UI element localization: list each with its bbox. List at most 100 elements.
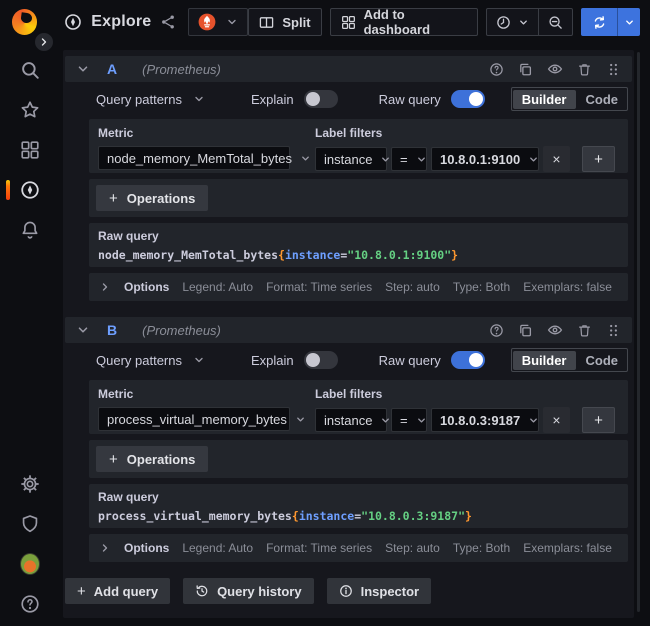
sidebar-expand-button[interactable] — [33, 31, 55, 53]
close-icon: × — [552, 412, 560, 428]
options-exemplars: Exemplars: false — [523, 280, 612, 294]
split-label: Split — [282, 15, 310, 30]
sidebar-item-dashboards[interactable] — [20, 140, 40, 160]
duplicate-query-icon[interactable] — [518, 323, 533, 338]
options-format: Format: Time series — [266, 541, 372, 555]
raw-query-expression: process_virtual_memory_bytes{instance="1… — [98, 509, 619, 523]
options-step: Step: auto — [385, 541, 440, 555]
remove-query-trash-icon[interactable] — [577, 323, 592, 338]
remove-query-trash-icon[interactable] — [577, 62, 592, 77]
time-picker-button[interactable] — [487, 9, 538, 35]
chevron-down-icon — [528, 415, 539, 426]
label-filters-label: Label filters — [315, 126, 615, 140]
remove-filter-button[interactable]: × — [543, 146, 570, 172]
collapse-chevron-down-icon[interactable] — [76, 323, 90, 337]
code-mode-button[interactable]: Code — [577, 351, 628, 370]
refresh-sync-icon — [592, 15, 607, 30]
sidebar-item-help[interactable] — [20, 594, 40, 614]
disable-query-eye-icon[interactable] — [547, 61, 563, 77]
query-history-label: Query history — [217, 584, 302, 599]
code-mode-button[interactable]: Code — [577, 90, 628, 109]
builder-mode-button[interactable]: Builder — [513, 351, 576, 370]
prometheus-logo-icon — [198, 13, 216, 31]
raw-query-title: Raw query — [98, 490, 619, 504]
add-to-dashboard-button[interactable]: Add to dashboard — [330, 8, 479, 36]
datasource-picker[interactable] — [188, 8, 248, 36]
add-query-button[interactable]: + Add query — [65, 578, 170, 604]
query-datasource-name: (Prometheus) — [142, 323, 221, 338]
builder-mode-button[interactable]: Builder — [513, 90, 576, 109]
options-type: Type: Both — [453, 280, 510, 294]
query-row-b: B (Prometheus) Query patterns Explain Ra… — [63, 317, 634, 562]
filter-operator-select[interactable]: = — [391, 408, 427, 432]
zoom-out-time-button[interactable] — [539, 9, 572, 35]
filter-value-select[interactable]: 10.8.0.1:9100 — [431, 147, 539, 171]
inspector-label: Inspector — [361, 584, 420, 599]
raw-query-toggle-label: Raw query — [379, 92, 441, 107]
filter-key-select[interactable]: instance — [315, 408, 387, 432]
help-circle-icon — [20, 594, 40, 614]
sidebar-item-search[interactable] — [20, 60, 40, 80]
refresh-interval-dropdown[interactable] — [617, 8, 640, 36]
metric-value: node_memory_MemTotal_bytes — [107, 151, 292, 166]
options-expand-chevron-icon[interactable] — [99, 281, 111, 293]
operations-label: Operations — [127, 452, 196, 467]
collapse-chevron-down-icon[interactable] — [76, 62, 90, 76]
drag-handle-icon[interactable] — [606, 323, 621, 338]
search-icon — [20, 60, 40, 80]
filter-key-select[interactable]: instance — [315, 147, 387, 171]
plus-icon: + — [109, 190, 118, 207]
sidebar — [0, 44, 60, 626]
duplicate-query-icon[interactable] — [518, 62, 533, 77]
query-ref-letter: B — [107, 322, 117, 338]
sidebar-item-starred[interactable] — [20, 100, 40, 120]
metric-label: Metric — [98, 387, 290, 401]
split-button[interactable]: Split — [248, 8, 321, 36]
sidebar-item-configuration[interactable] — [20, 474, 40, 494]
raw-query-toggle[interactable] — [451, 351, 485, 369]
share-icon[interactable] — [160, 14, 176, 30]
filter-operator-select[interactable]: = — [391, 147, 427, 171]
query-history-button[interactable]: Query history — [183, 578, 314, 604]
plus-icon: + — [594, 151, 603, 168]
sidebar-item-profile[interactable] — [20, 554, 40, 574]
explain-toggle[interactable] — [304, 90, 338, 108]
zoom-out-icon — [548, 15, 563, 30]
filter-value-select[interactable]: 10.8.0.3:9187 — [431, 408, 539, 432]
options-toggle[interactable]: Options — [124, 280, 169, 294]
operations-button[interactable]: + Operations — [96, 185, 208, 211]
chevron-down-icon — [528, 154, 539, 165]
shield-icon — [20, 514, 40, 534]
explain-toggle[interactable] — [304, 351, 338, 369]
disable-query-eye-icon[interactable] — [547, 322, 563, 338]
explore-footer: + Add query Query history Inspector — [65, 578, 632, 604]
query-help-icon[interactable] — [489, 323, 504, 338]
filter-operator-value: = — [400, 152, 408, 167]
inspector-button[interactable]: Inspector — [327, 578, 432, 604]
run-query-split-button — [581, 8, 640, 36]
remove-filter-button[interactable]: × — [543, 407, 570, 433]
operations-button[interactable]: + Operations — [96, 446, 208, 472]
metric-select[interactable]: process_virtual_memory_bytes — [98, 407, 290, 431]
query-help-icon[interactable] — [489, 62, 504, 77]
explain-label: Explain — [251, 353, 294, 368]
raw-query-toggle[interactable] — [451, 90, 485, 108]
add-filter-button[interactable]: + — [582, 146, 615, 172]
vertical-scrollbar[interactable] — [637, 52, 640, 612]
star-icon — [20, 100, 40, 120]
page-title: Explore — [91, 13, 151, 31]
metric-select[interactable]: node_memory_MemTotal_bytes — [98, 146, 290, 170]
query-patterns-dropdown[interactable]: Query patterns — [96, 92, 182, 107]
filter-value: 10.8.0.3:9187 — [440, 413, 520, 428]
options-expand-chevron-icon[interactable] — [99, 542, 111, 554]
options-toggle[interactable]: Options — [124, 541, 169, 555]
query-patterns-dropdown[interactable]: Query patterns — [96, 353, 182, 368]
sidebar-item-explore[interactable] — [20, 180, 40, 200]
sidebar-item-server-admin[interactable] — [20, 514, 40, 534]
add-filter-button[interactable]: + — [582, 407, 615, 433]
editor-mode-switch: Builder Code — [511, 87, 628, 111]
filter-operator-value: = — [400, 413, 408, 428]
sidebar-item-alerting[interactable] — [20, 220, 40, 240]
drag-handle-icon[interactable] — [606, 62, 621, 77]
refresh-button[interactable] — [581, 8, 617, 36]
